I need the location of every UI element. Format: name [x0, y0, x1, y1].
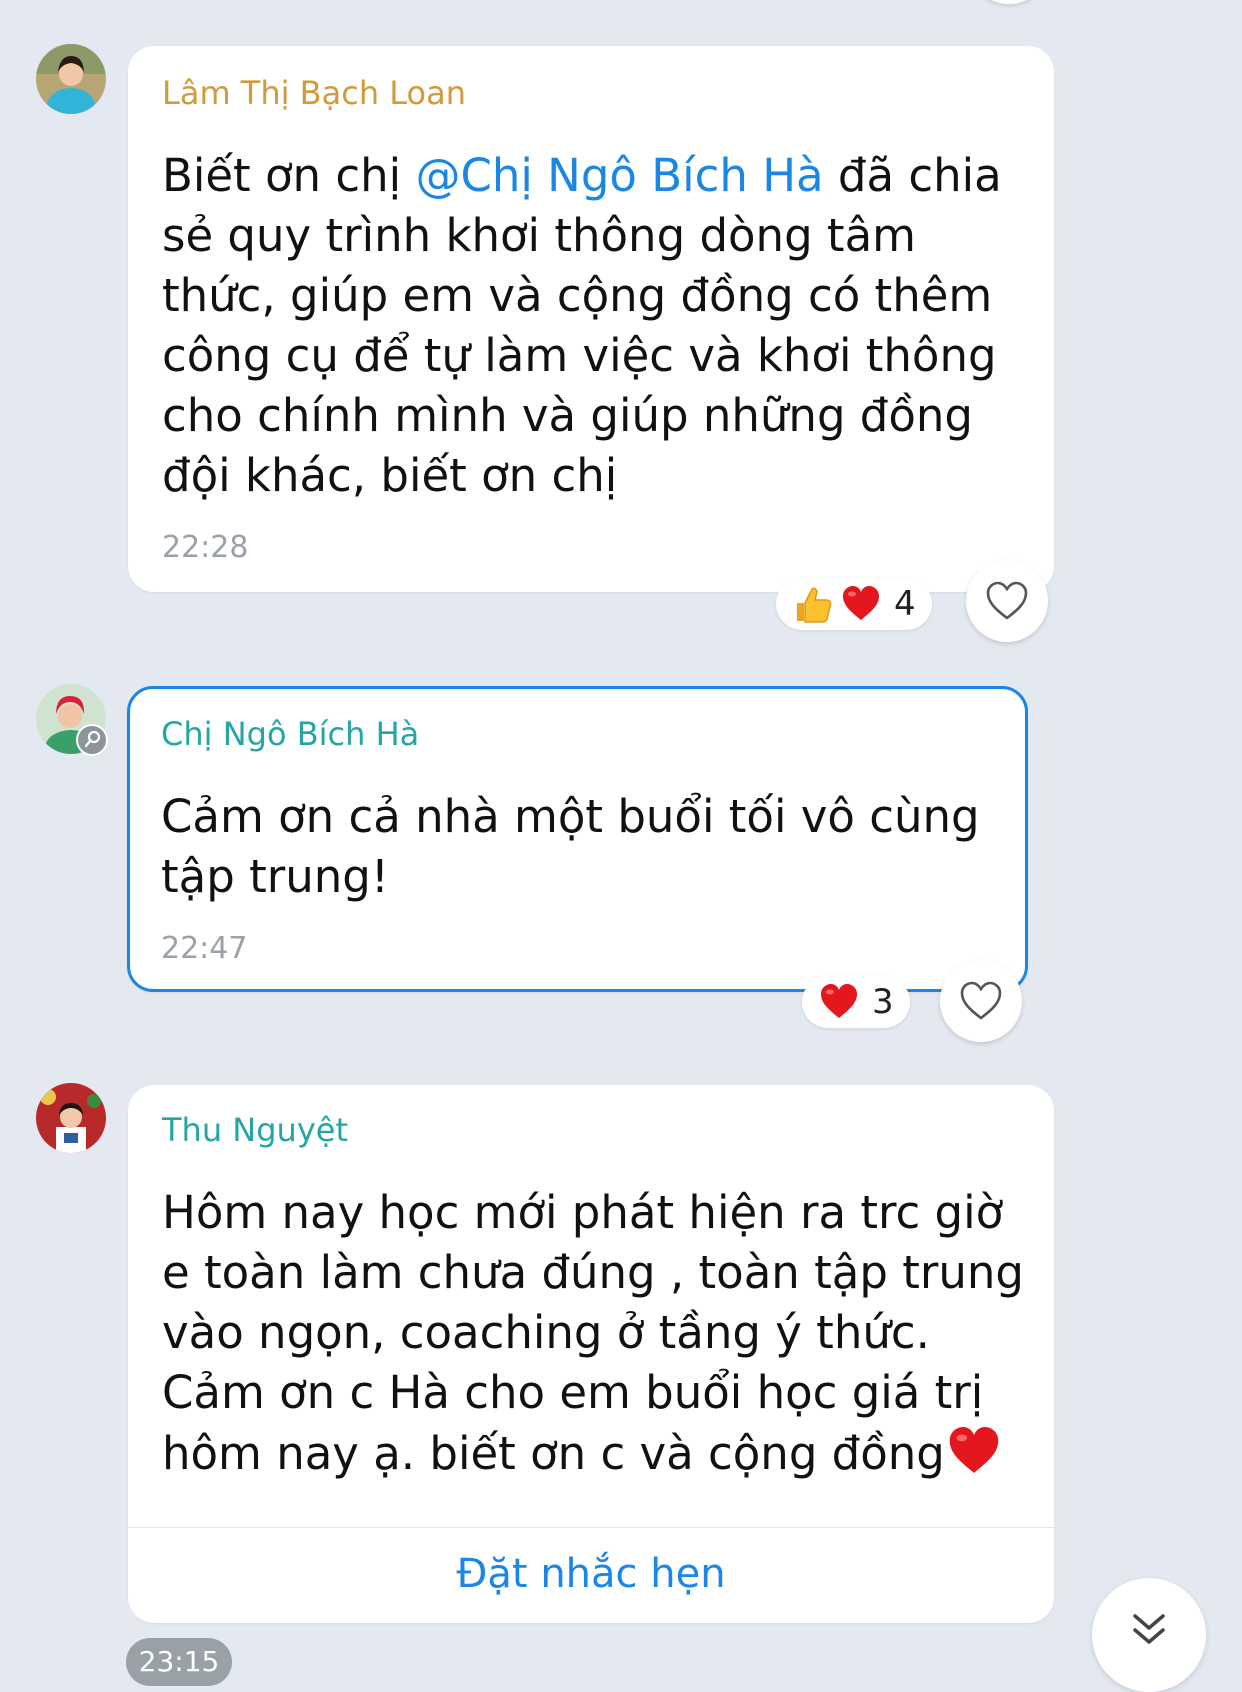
avatar[interactable] — [36, 44, 106, 114]
message-line: Hôm nay học mới phát hiện ra trc giờ — [162, 1186, 1004, 1239]
message-text: Cảm ơn cả nhà một buổi tối vô cùng tập t… — [161, 787, 980, 907]
reaction-summary[interactable]: 4 — [776, 578, 932, 630]
double-chevron-down-icon — [1133, 1614, 1165, 1644]
message-bubble[interactable]: Thu Nguyệt Hôm nay học mới phát hiện ra … — [128, 1085, 1054, 1623]
heart-outline-icon — [986, 581, 1028, 620]
message-time: 22:47 — [161, 931, 248, 966]
red-heart-icon — [843, 586, 879, 620]
message-bubble-highlighted[interactable]: Chị Ngô Bích Hà Cảm ơn cả nhà một buổi t… — [127, 686, 1028, 992]
message-line: e toàn làm chưa đúng , toàn tập trung — [162, 1246, 1024, 1299]
avatar[interactable] — [36, 684, 108, 756]
message-line: vào ngọn, coaching ở tầng ý thức. — [162, 1306, 930, 1359]
react-button-partial[interactable] — [968, 0, 1050, 4]
message-bubble[interactable]: Lâm Thị Bạch Loan Biết ơn chị @Chị Ngô B… — [128, 46, 1054, 592]
message-line: cho chính mình và giúp những đồng — [162, 389, 973, 442]
message-line: Biết ơn chị @Chị Ngô Bích Hà đã chia — [162, 146, 1002, 206]
red-heart-icon — [821, 984, 857, 1018]
avatar[interactable] — [36, 1083, 106, 1153]
text-segment: Biết ơn chị — [162, 149, 416, 202]
message-text: Biết ơn chị @Chị Ngô Bích Hà đã chia sẻ … — [162, 146, 1002, 506]
message-line: hôm nay ạ. biết ơn c và cộng đồng — [162, 1423, 1024, 1484]
message-line: Cảm ơn cả nhà một buổi tối vô cùng — [161, 790, 980, 843]
message-text: Hôm nay học mới phát hiện ra trc giờ e t… — [162, 1183, 1024, 1484]
message-line: công cụ để tự làm việc và khơi thông — [162, 329, 997, 382]
time-badge: 23:15 — [126, 1638, 232, 1686]
message-line: thức, giúp em và cộng đồng có thêm — [162, 269, 993, 322]
sender-name[interactable]: Thu Nguyệt — [162, 1111, 348, 1149]
scroll-to-bottom-button[interactable] — [1092, 1578, 1206, 1692]
reaction-count: 3 — [872, 982, 894, 1022]
mention-link[interactable]: @Chị Ngô Bích Hà — [415, 149, 823, 202]
sender-name[interactable]: Chị Ngô Bích Hà — [161, 715, 419, 753]
divider — [128, 1527, 1054, 1528]
message-time: 22:28 — [162, 530, 249, 565]
message-line: tập trung! — [161, 850, 389, 903]
text-segment: hôm nay ạ. biết ơn c và cộng đồng — [162, 1427, 945, 1480]
red-heart-icon — [949, 1427, 999, 1473]
thumbs-up-icon — [797, 587, 832, 623]
message-line: sẻ quy trình khơi thông dòng tâm — [162, 209, 916, 262]
text-segment: đã chia — [823, 149, 1002, 202]
set-reminder-button[interactable]: Đặt nhắc hẹn — [128, 1551, 1054, 1597]
react-button[interactable] — [966, 560, 1048, 642]
reaction-count: 4 — [894, 584, 916, 624]
reaction-summary[interactable]: 3 — [802, 976, 910, 1028]
message-line: đội khác, biết ơn chị — [162, 449, 618, 502]
message-line: Cảm ơn c Hà cho em buổi học giá trị — [162, 1366, 984, 1419]
react-button[interactable] — [940, 960, 1022, 1042]
sender-name[interactable]: Lâm Thị Bạch Loan — [162, 74, 466, 112]
heart-outline-icon — [960, 981, 1002, 1020]
